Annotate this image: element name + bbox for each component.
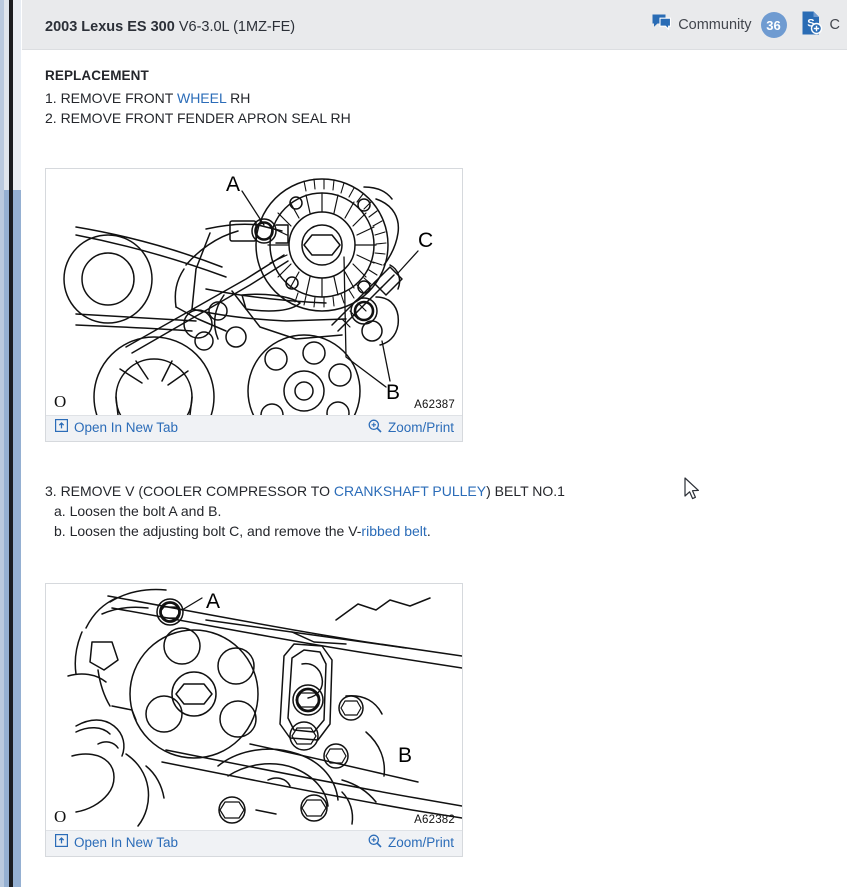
estimate-button[interactable]: S C xyxy=(794,0,847,50)
page-container: 2003 Lexus ES 300 V6-3.0L (1MZ-FE) Commu… xyxy=(22,0,847,887)
open-in-new-tab-icon xyxy=(55,419,69,435)
figure-a62387-image[interactable]: A C B O A62387 xyxy=(46,169,462,415)
figure1-origin-mark: O xyxy=(54,392,67,411)
figure2-zoom-print-button[interactable]: Zoom/Print xyxy=(368,834,454,851)
sidebar-strip-edge xyxy=(0,0,4,887)
vehicle-title-model: 2003 Lexus ES 300 xyxy=(45,19,175,35)
crankshaft-pulley-link[interactable]: CRANKSHAFT PULLEY xyxy=(334,483,486,499)
step-3-suffix: ) BELT NO.1 xyxy=(486,483,565,499)
figure1-toolbar: Open In New Tab Zoom/Print xyxy=(46,415,462,441)
estimate-label: C xyxy=(829,17,840,33)
figure2-zoom-print-label: Zoom/Print xyxy=(387,835,454,850)
figure2-label-b: B xyxy=(398,744,412,767)
step-1-prefix: 1. REMOVE FRONT xyxy=(45,90,177,106)
ribbed-belt-link[interactable]: ribbed belt xyxy=(361,523,426,539)
figure2-id: A62382 xyxy=(414,814,455,826)
page-title: REPLACEMENT xyxy=(45,68,149,83)
figure2-open-in-new-tab-button[interactable]: Open In New Tab xyxy=(55,834,178,850)
header-actions: Community 36 S C xyxy=(645,0,847,50)
figure-a62382-image[interactable]: A B O A62382 xyxy=(46,584,462,830)
step-1-suffix: RH xyxy=(226,90,251,106)
figure1-open-in-new-tab-button[interactable]: Open In New Tab xyxy=(55,419,178,435)
community-count-badge: 36 xyxy=(760,12,787,38)
figure2-origin-mark: O xyxy=(54,807,67,826)
vehicle-title: 2003 Lexus ES 300 V6-3.0L (1MZ-FE) xyxy=(45,19,295,35)
figure1-id: A62387 xyxy=(414,399,455,411)
app-header: 2003 Lexus ES 300 V6-3.0L (1MZ-FE) Commu… xyxy=(22,0,847,50)
step-3b-suffix: . xyxy=(426,523,431,539)
community-button[interactable]: Community 36 xyxy=(645,0,793,50)
community-label: Community xyxy=(678,17,752,33)
chat-bubble-icon xyxy=(652,14,672,36)
figure1-zoom-print-label: Zoom/Print xyxy=(387,420,454,435)
figure1-zoom-print-button[interactable]: Zoom/Print xyxy=(368,419,454,436)
figure2-open-in-new-tab-label: Open In New Tab xyxy=(74,834,179,850)
magnifier-plus-icon xyxy=(368,834,382,851)
figure2-toolbar: Open In New Tab Zoom/Print xyxy=(46,830,462,856)
figure-a62387: A C B O A62387 Open In New Tab Zoom/Prin… xyxy=(45,168,463,442)
figure-a62382: A B O A62382 Open In New Tab Zoom/Print xyxy=(45,583,463,857)
step-3b-prefix: b. Loosen the adjusting bolt C, and remo… xyxy=(54,523,362,539)
vehicle-title-engine: V6-3.0L (1MZ-FE) xyxy=(178,19,296,35)
procedure-step-3b: b. Loosen the adjusting bolt C, and remo… xyxy=(54,523,431,539)
sidebar-strip-divider xyxy=(9,0,13,887)
wheel-link[interactable]: WHEEL xyxy=(177,90,226,106)
figure1-label-c: C xyxy=(418,229,433,252)
open-in-new-tab-icon xyxy=(55,834,69,850)
dollar-document-add-icon: S xyxy=(801,10,823,41)
magnifier-plus-icon xyxy=(368,419,382,436)
procedure-step-1: 1. REMOVE FRONT WHEEL RH xyxy=(45,90,250,106)
step-3-prefix: 3. REMOVE V (COOLER COMPRESSOR TO xyxy=(45,483,334,499)
figure1-open-in-new-tab-label: Open In New Tab xyxy=(74,419,179,435)
figure1-label-b: B xyxy=(386,381,400,404)
procedure-step-2: 2. REMOVE FRONT FENDER APRON SEAL RH xyxy=(45,110,351,126)
figure1-label-a: A xyxy=(226,173,240,196)
procedure-step-3a: a. Loosen the bolt A and B. xyxy=(54,503,222,519)
figure2-label-a: A xyxy=(206,590,220,613)
procedure-step-3: 3. REMOVE V (COOLER COMPRESSOR TO CRANKS… xyxy=(45,483,565,499)
cropped-sidebar-strip xyxy=(0,0,22,887)
